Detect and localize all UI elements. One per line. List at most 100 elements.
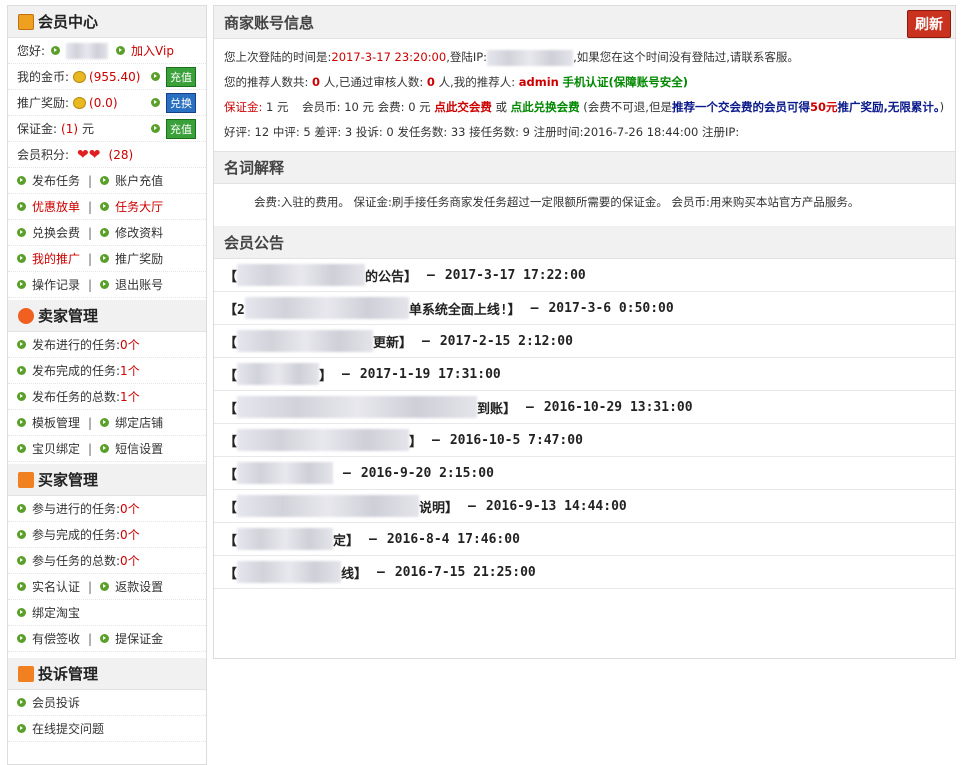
buyer-stats: 参与进行的任务: 0 个参与完成的任务: 0 个参与任务的总数: 0 个 [8,496,206,574]
hello-label: 您好: [17,44,46,58]
last-login-label: 您上次登陆的时间是: [224,50,332,64]
notice-title-end: 到账】 [477,401,517,417]
notice-title-redacted [237,264,366,286]
ref-person: admin [518,75,559,89]
sidebar-link-返款设置[interactable]: 返款设置 [115,578,163,595]
sidebar-link-推广奖励[interactable]: 推广奖励 [115,250,163,267]
sidebar-link-宝贝绑定[interactable]: 宝贝绑定 [32,440,80,457]
ref-count: 0 [312,75,321,89]
notice-item[interactable]: 【2 单系统全面上线!】 — 2017-3-6 0:50:00 [214,292,955,325]
bullet-icon [17,504,26,513]
notice-item[interactable]: 【 线】 — 2016-7-15 21:25:00 [214,556,955,589]
notice-item[interactable]: 【 】 — 2016-10-5 7:47:00 [214,424,955,457]
notice-dash: — [377,564,385,580]
sidebar-link-发布任务[interactable]: 发布任务 [32,172,80,189]
sidebar-link-会员投诉[interactable]: 会员投诉 [32,694,80,711]
sidebar-link-模板管理[interactable]: 模板管理 [32,414,80,431]
ref-passed-label: 人,已通过审核人数: [323,75,424,89]
notice-item[interactable]: 【 更新】 — 2017-2-15 2:12:00 [214,325,955,358]
coin-text: 10 元 [344,100,374,114]
bullet-icon [17,608,26,617]
member-link-row: 兑换会费 | 修改资料 [8,220,206,246]
sidebar: 会员中心 您好: 加入Vip 我的金币: (955.40) 充值 推广奖励: (… [7,5,207,765]
notice-title-end: 线】 [341,566,368,582]
sidebar-link-兑换会费[interactable]: 兑换会费 [32,224,80,241]
seller-stat-label[interactable]: 发布进行的任务: [32,336,120,353]
deposit-recharge-button[interactable]: 充值 [166,118,196,139]
sidebar-link-提保证金[interactable]: 提保证金 [115,630,163,647]
sidebar-link-优惠放单[interactable]: 优惠放单 [32,198,80,215]
last-login-time: 2017-3-17 23:20:00 [331,50,447,64]
seller-stat-label[interactable]: 发布任务的总数: [32,388,120,405]
sidebar-link-绑定店铺[interactable]: 绑定店铺 [115,414,163,431]
exchange-fee-link[interactable]: 点此兑换会费 [511,100,580,114]
seller-stat-value: 0 [120,337,128,352]
member-icon [18,13,34,30]
buyer-stat-label[interactable]: 参与任务的总数: [32,552,120,569]
notice-item[interactable]: 【 的公告】 — 2017-3-17 17:22:00 [214,259,955,292]
promo-exchange-button[interactable]: 兑换 [166,92,196,113]
deposit-label: 保证金: [224,100,263,114]
sidebar-link-任务大厅[interactable]: 任务大厅 [115,198,163,215]
recommend-close: ) [939,100,945,114]
sidebar-link-操作记录[interactable]: 操作记录 [32,276,80,293]
notice-item[interactable]: 【 】 — 2017-1-19 17:31:00 [214,358,955,391]
sidebar-link-账户充值[interactable]: 账户充值 [115,172,163,189]
sidebar-link-修改资料[interactable]: 修改资料 [115,224,163,241]
notice-open: 【 [224,434,238,450]
login-ip-redacted [487,49,574,66]
points-value: (28) [108,147,134,162]
phone-auth-link[interactable]: 手机认证(保障账号安全) [563,75,689,89]
bullet-icon [100,634,110,643]
complaint-links: 会员投诉在线提交问题 [8,690,206,742]
sidebar-link-退出账号[interactable]: 退出账号 [115,276,163,293]
or-text: 或 [495,100,507,114]
notice-item[interactable]: 【 定】 — 2016-8-4 17:46:00 [214,523,955,556]
bullet-icon [51,46,61,55]
sidebar-link-我的推广[interactable]: 我的推广 [32,250,80,267]
bullet-icon [17,202,26,211]
member-links: 发布任务 | 账户充值 优惠放单 | 任务大厅 兑换会费 | 修改资料 我的推广 | 推广奖励 操作记录… [8,168,206,298]
username-redacted [66,42,109,59]
notice-open: 【 [224,467,238,483]
account-header: 商家账号信息 刷新 [214,6,955,39]
sidebar-link-有偿签收[interactable]: 有偿签收 [32,630,80,647]
account-title: 商家账号信息 [224,13,315,32]
join-vip-link[interactable]: 加入Vip [131,42,174,59]
bullet-icon [17,724,26,733]
points-row: 会员积分: ❤❤ (28) [8,142,206,168]
sidebar-link-实名认证[interactable]: 实名认证 [32,578,80,595]
deposit-text: 1 元 [266,100,289,114]
sidebar-link-在线提交问题[interactable]: 在线提交问题 [32,720,104,737]
bullet-icon [17,392,26,401]
notice-date: 2017-1-19 17:31:00 [359,366,501,382]
notice-date: 2016-8-4 17:46:00 [386,531,520,547]
notice-item[interactable]: 【 到账】 — 2016-10-29 13:31:00 [214,391,955,424]
notice-date: 2016-10-29 13:31:00 [543,399,693,415]
buyer-stat-label[interactable]: 参与完成的任务: [32,526,120,543]
separator: | [88,277,93,292]
pay-fee-link[interactable]: 点此交会费 [434,100,492,114]
notice-title-end: 的公告】 [365,269,418,285]
buyer-stat-label[interactable]: 参与进行的任务: [32,500,120,517]
notice-item[interactable]: 【 说明】 — 2016-9-13 14:44:00 [214,490,955,523]
complaint-header: 投诉管理 [8,658,206,690]
recommend-amount: 50元 [809,100,838,114]
bullet-icon [151,124,160,133]
gold-recharge-button[interactable]: 充值 [166,66,196,87]
account-info: 您上次登陆的时间是:2017-3-17 23:20:00,登陆IP: ,如果您在这… [214,39,955,151]
deposit-unit: 元 [82,122,95,136]
refresh-button[interactable]: 刷新 [907,10,951,38]
buyer-stat-row: 参与进行的任务: 0 个 [8,496,206,522]
seller-stat-unit: 个 [127,364,140,378]
notice-item[interactable]: 【 — 2016-9-20 2:15:00 [214,457,955,490]
bullet-icon [17,444,26,453]
notice-title-redacted [237,528,334,550]
sidebar-link-短信设置[interactable]: 短信设置 [115,440,163,457]
promo-row: 推广奖励: (0.0) 兑换 [8,90,206,116]
seller-stat-value: 1 [120,389,128,404]
separator: | [88,225,93,240]
buyer-stat-unit: 个 [127,554,140,568]
sidebar-link-绑定淘宝[interactable]: 绑定淘宝 [32,604,80,621]
seller-stat-label[interactable]: 发布完成的任务: [32,362,120,379]
